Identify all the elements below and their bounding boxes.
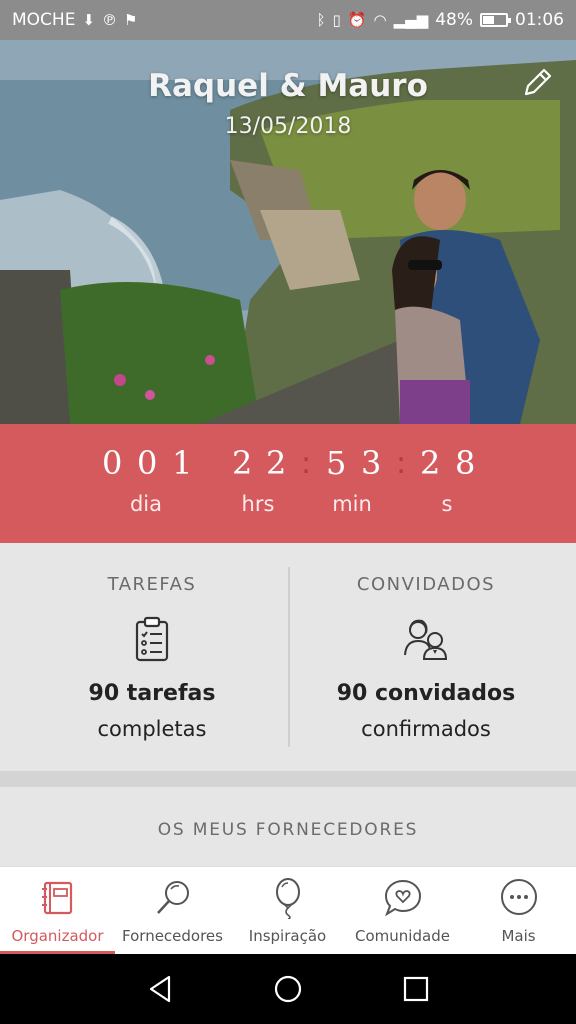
balloon-icon <box>275 878 300 919</box>
nav-comunidade[interactable]: Comunidade <box>345 867 460 955</box>
clock: 01:06 <box>515 10 564 30</box>
notification-icon: ⚑ <box>124 10 138 29</box>
pinterest-icon: ℗ <box>102 10 118 29</box>
screen: MOCHE ⬇ ℗ ⚑ ᛒ ▯ ⏰ ◠ ▂▄▆ 48% 01:06 Raquel… <box>0 0 576 1024</box>
guests-title: CONVIDADOS <box>356 574 496 595</box>
nav-label: Fornecedores <box>122 927 223 945</box>
couple-name: Raquel & Mauro <box>148 68 428 104</box>
guests-icon <box>404 619 448 660</box>
planner-icon <box>41 881 72 915</box>
tasks-title: TAREFAS <box>107 574 197 595</box>
wifi-icon: ◠ <box>373 10 387 29</box>
back-icon[interactable] <box>145 973 177 1005</box>
clipboard-icon <box>135 616 169 662</box>
countdown-minute-digit: 3 <box>361 444 382 482</box>
countdown-day-digit: 1 <box>172 444 193 482</box>
tasks-status: completas <box>97 717 207 741</box>
wedding-date: 13/05/2018 <box>224 114 352 139</box>
countdown-minutes-label: min <box>332 492 372 516</box>
bottom-navigation: Organizador Fornecedores Inspiração Comu… <box>0 866 576 955</box>
countdown-separator: : <box>301 446 312 481</box>
suppliers-title: OS MEUS FORNECEDORES <box>157 820 419 840</box>
countdown-day-digit: 0 <box>137 444 158 482</box>
status-right: ᛒ ▯ ⏰ ◠ ▂▄▆ 48% 01:06 <box>317 10 564 30</box>
countdown-days-label: dia <box>129 492 163 516</box>
chat-heart-icon <box>384 879 421 917</box>
nav-organizador[interactable]: Organizador <box>0 867 115 955</box>
search-icon <box>156 881 189 914</box>
nav-label: Organizador <box>11 927 104 945</box>
nav-mais[interactable]: Mais <box>461 867 576 955</box>
countdown-hour-digit: 2 <box>266 444 287 482</box>
countdown-second-digit: 2 <box>420 444 441 482</box>
nav-inspiracao[interactable]: Inspiração <box>230 867 345 955</box>
edit-button[interactable] <box>520 66 554 100</box>
vibrate-icon: ▯ <box>332 10 341 29</box>
countdown: 0 0 1 2 2 : 5 3 : 2 8 dia hrs min s <box>0 424 576 543</box>
status-left: MOCHE ⬇ ℗ ⚑ <box>12 10 137 30</box>
guests-count: 90 convidados <box>336 681 516 706</box>
countdown-separator: : <box>396 446 407 481</box>
countdown-second-digit: 8 <box>455 444 476 482</box>
tasks-count: 90 tarefas <box>88 681 216 706</box>
guests-status: confirmados <box>361 717 491 741</box>
countdown-hour-digit: 2 <box>232 444 253 482</box>
section-separator <box>0 771 576 787</box>
countdown-day-digit: 0 <box>102 444 123 482</box>
system-navigation-bar <box>0 954 576 1024</box>
guests-card[interactable]: CONVIDADOS 90 convidados confirmados <box>282 543 570 771</box>
alarm-icon: ⏰ <box>347 10 367 29</box>
nav-label: Comunidade <box>355 927 450 945</box>
carrier-label: MOCHE <box>12 10 76 30</box>
battery-fill <box>483 16 494 24</box>
status-bar: MOCHE ⬇ ℗ ⚑ ᛒ ▯ ⏰ ◠ ▂▄▆ 48% 01:06 <box>0 0 576 40</box>
cover-photo[interactable]: Raquel & Mauro 13/05/2018 <box>0 40 576 424</box>
home-icon[interactable] <box>272 973 304 1005</box>
battery-percent: 48% <box>435 10 473 30</box>
nav-fornecedores[interactable]: Fornecedores <box>115 867 230 955</box>
recents-icon[interactable] <box>400 973 432 1005</box>
signal-icon: ▂▄▆ <box>393 10 429 29</box>
pencil-icon <box>524 68 552 96</box>
download-icon: ⬇ <box>82 10 96 29</box>
nav-label: Mais <box>501 927 536 945</box>
countdown-minute-digit: 5 <box>326 444 347 482</box>
countdown-seconds-label: s <box>441 492 453 516</box>
more-icon <box>500 879 537 915</box>
countdown-hours-label: hrs <box>241 492 275 516</box>
tasks-card[interactable]: TAREFAS 90 tarefas completas <box>8 543 296 771</box>
battery-icon <box>480 13 511 27</box>
suppliers-section[interactable]: OS MEUS FORNECEDORES <box>0 787 576 867</box>
bluetooth-icon: ᛒ <box>316 10 326 29</box>
stats-panel: TAREFAS 90 tarefas completas CONVIDADOS <box>0 543 576 771</box>
nav-label: Inspiração <box>248 927 327 945</box>
